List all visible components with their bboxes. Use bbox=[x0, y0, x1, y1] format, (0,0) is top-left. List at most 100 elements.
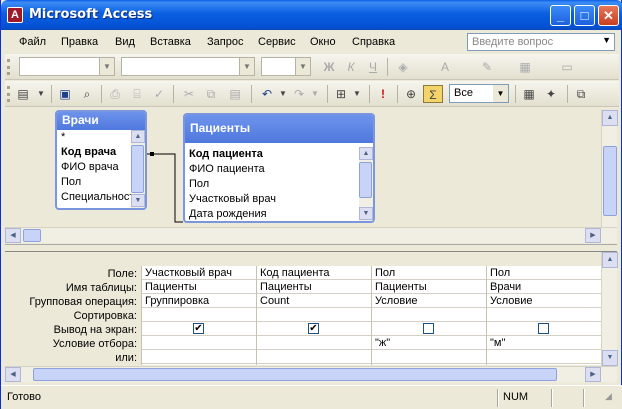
file-search-icon[interactable]: ⌕ bbox=[77, 85, 97, 103]
sort-cell[interactable] bbox=[257, 308, 371, 322]
criteria-cell[interactable] bbox=[142, 336, 256, 350]
criteria-cell[interactable]: "м" bbox=[487, 336, 601, 350]
paste-icon[interactable]: ▤ bbox=[225, 85, 245, 103]
field-cell[interactable]: Участковый врач bbox=[142, 266, 256, 280]
fill-color-icon[interactable]: ◈ bbox=[393, 58, 413, 76]
show-checkbox[interactable]: ✔ bbox=[308, 323, 319, 334]
scroll-right-icon[interactable]: ▶ bbox=[585, 228, 601, 243]
grid-column-2[interactable]: Код пациента Пациенты Count ✔ bbox=[256, 266, 371, 365]
sort-cell[interactable] bbox=[487, 308, 601, 322]
underline-icon[interactable]: Ч bbox=[363, 58, 383, 76]
table-pane-hscrollbar[interactable]: ◀ ▶ bbox=[5, 227, 617, 243]
top-values-combo[interactable]: Все ▼ bbox=[449, 84, 509, 103]
object-combo[interactable]: ▼ bbox=[19, 57, 115, 76]
sort-cell[interactable] bbox=[142, 308, 256, 322]
chevron-down-icon[interactable]: ▼ bbox=[239, 58, 254, 75]
menu-query[interactable]: Запрос bbox=[207, 36, 243, 48]
line-width-icon[interactable]: ▭ bbox=[557, 58, 577, 76]
field-cell[interactable]: Код пациента bbox=[257, 266, 371, 280]
sort-cell[interactable] bbox=[372, 308, 486, 322]
menu-view[interactable]: Вид bbox=[115, 36, 135, 48]
field-cell[interactable]: Пол bbox=[372, 266, 486, 280]
maximize-button[interactable]: □ bbox=[574, 5, 595, 26]
scroll-thumb[interactable] bbox=[33, 368, 557, 381]
scroll-up-icon[interactable]: ▲ bbox=[602, 252, 618, 268]
run-icon[interactable]: ! bbox=[373, 85, 393, 103]
builder-icon[interactable]: ✦ bbox=[541, 85, 561, 103]
table-cell[interactable]: Пациенты bbox=[142, 280, 256, 294]
table-cell[interactable]: Пациенты bbox=[257, 280, 371, 294]
menu-window[interactable]: Окно bbox=[310, 36, 336, 48]
line-color-icon[interactable]: ✎ bbox=[477, 58, 497, 76]
criteria-cell[interactable] bbox=[257, 336, 371, 350]
show-checkbox[interactable]: ✔ bbox=[193, 323, 204, 334]
font-combo[interactable]: ▼ bbox=[121, 57, 255, 76]
table-cell[interactable]: Врачи bbox=[487, 280, 601, 294]
border-icon[interactable]: ▦ bbox=[515, 58, 535, 76]
toolbar-grip[interactable] bbox=[7, 86, 10, 102]
help-question-input[interactable]: Введите вопрос ▼ bbox=[467, 33, 615, 51]
save-icon[interactable]: ▣ bbox=[55, 85, 75, 103]
total-cell[interactable]: Условие bbox=[487, 294, 601, 308]
spelling-icon[interactable]: ✓ bbox=[149, 85, 169, 103]
view-icon[interactable]: ▤ bbox=[13, 85, 33, 103]
access-app-icon[interactable]: A bbox=[7, 7, 23, 23]
total-cell[interactable]: Условие bbox=[372, 294, 486, 308]
menu-file[interactable]: Файл bbox=[19, 36, 46, 48]
chevron-down-icon[interactable]: ▼ bbox=[347, 85, 367, 103]
scroll-down-icon[interactable]: ▼ bbox=[602, 350, 618, 366]
grid-column-1[interactable]: Участковый врач Пациенты Группировка ✔ bbox=[141, 266, 256, 365]
show-checkbox[interactable] bbox=[423, 323, 434, 334]
field-cell[interactable]: Пол bbox=[487, 266, 601, 280]
bold-icon[interactable]: Ж bbox=[319, 58, 339, 76]
chevron-down-icon[interactable]: ▼ bbox=[493, 85, 508, 102]
scroll-left-icon[interactable]: ◀ bbox=[5, 367, 21, 382]
print-preview-icon[interactable]: ⌸ bbox=[127, 85, 147, 103]
total-cell[interactable]: Группировка bbox=[142, 294, 256, 308]
chevron-down-icon[interactable]: ▼ bbox=[305, 85, 325, 103]
chevron-down-icon[interactable]: ▼ bbox=[99, 58, 114, 75]
or-cell[interactable] bbox=[487, 350, 601, 364]
show-checkbox[interactable] bbox=[538, 323, 549, 334]
total-cell[interactable]: Count bbox=[257, 294, 371, 308]
menu-insert[interactable]: Вставка bbox=[150, 36, 191, 48]
menu-edit[interactable]: Правка bbox=[61, 36, 98, 48]
design-grid[interactable]: Поле: Имя таблицы: Групповая операция: С… bbox=[5, 252, 618, 384]
grid-vscrollbar[interactable]: ▲ ▼ bbox=[601, 252, 618, 366]
scroll-left-icon[interactable]: ◀ bbox=[5, 228, 21, 243]
or-cell[interactable] bbox=[257, 350, 371, 364]
scroll-up-icon[interactable]: ▲ bbox=[602, 110, 618, 126]
scroll-right-icon[interactable]: ▶ bbox=[585, 367, 601, 382]
close-button[interactable]: ✕ bbox=[598, 5, 619, 26]
font-color-icon[interactable]: A bbox=[435, 58, 455, 76]
menu-help[interactable]: Справка bbox=[352, 36, 395, 48]
totals-sigma-icon[interactable]: Σ bbox=[423, 85, 443, 103]
resize-grip-icon[interactable]: ◢ bbox=[605, 391, 612, 402]
database-window-icon[interactable]: ⧉ bbox=[571, 85, 591, 103]
show-table-icon[interactable]: ⊕ bbox=[401, 85, 421, 103]
grid-column-3[interactable]: Пол Пациенты Условие "ж" bbox=[371, 266, 486, 365]
table-pane[interactable]: Врачи * Код врача ФИО врача Пол Специаль… bbox=[5, 110, 618, 243]
italic-icon[interactable]: К bbox=[341, 58, 361, 76]
chevron-down-icon[interactable]: ▼ bbox=[295, 58, 310, 75]
grid-hscrollbar[interactable]: ◀ ▶ bbox=[5, 366, 617, 382]
title-bar[interactable]: A Microsoft Access _ □ ✕ bbox=[1, 0, 622, 30]
or-cell[interactable] bbox=[372, 350, 486, 364]
or-cell[interactable] bbox=[142, 350, 256, 364]
chevron-down-icon[interactable]: ▼ bbox=[602, 35, 611, 45]
table-cell[interactable]: Пациенты bbox=[372, 280, 486, 294]
criteria-cell[interactable]: "ж" bbox=[372, 336, 486, 350]
chevron-down-icon[interactable]: ▼ bbox=[31, 85, 51, 103]
print-icon[interactable]: ⎙ bbox=[105, 85, 125, 103]
properties-icon[interactable]: ▦ bbox=[519, 85, 539, 103]
scroll-thumb[interactable] bbox=[603, 146, 617, 216]
menu-tools[interactable]: Сервис bbox=[258, 36, 296, 48]
minimize-button[interactable]: _ bbox=[550, 5, 571, 26]
scroll-thumb[interactable] bbox=[23, 229, 41, 242]
table-pane-vscrollbar[interactable]: ▲ bbox=[601, 110, 618, 227]
cut-icon[interactable]: ✂ bbox=[179, 85, 199, 103]
font-size-combo[interactable]: ▼ bbox=[261, 57, 311, 76]
grid-column-4[interactable]: Пол Врачи Условие "м" bbox=[486, 266, 601, 365]
copy-icon[interactable]: ⧉ bbox=[201, 85, 221, 103]
pane-splitter[interactable] bbox=[5, 244, 617, 252]
